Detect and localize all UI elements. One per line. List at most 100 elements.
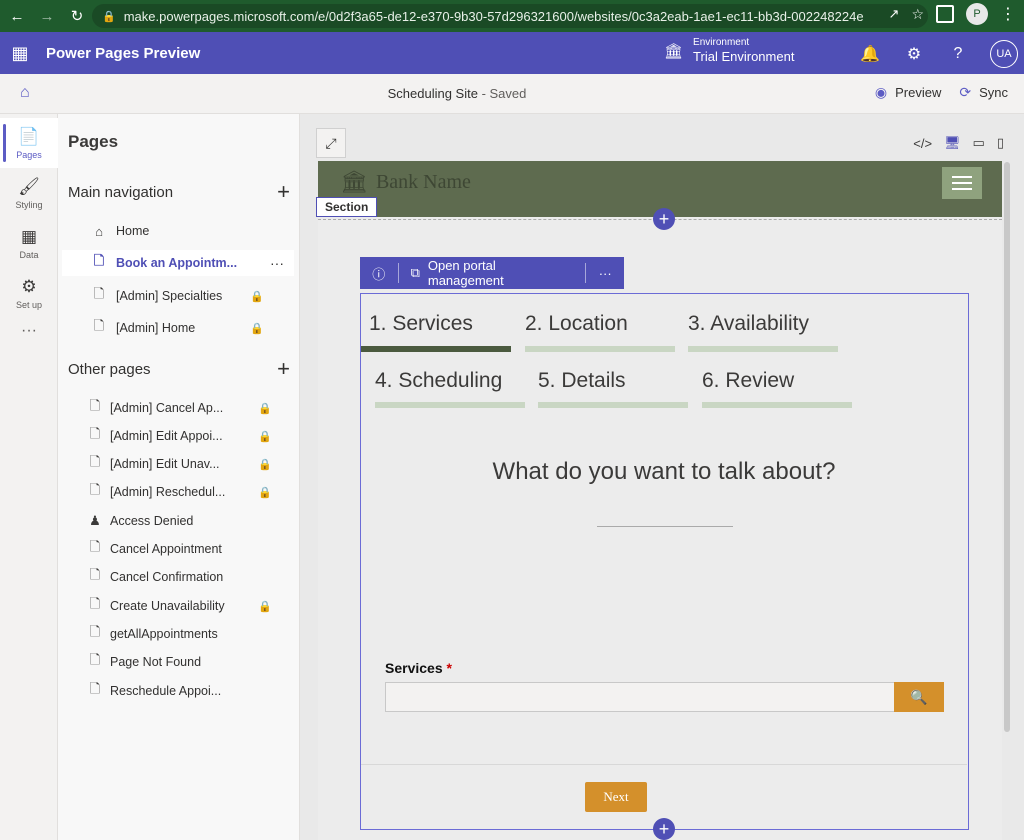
avatar[interactable]: UA xyxy=(990,40,1018,68)
site-status: Scheduling Site - Saved xyxy=(0,86,914,101)
page-item[interactable]: 🗋 [Admin] Cancel Ap... 🔒 xyxy=(62,395,294,421)
search-button[interactable]: 🔍 xyxy=(894,682,944,712)
step-tab-review[interactable]: 6. Review xyxy=(702,369,794,393)
page-item-home[interactable]: ⌂ Home xyxy=(62,218,294,244)
page-icon: 🗋 xyxy=(89,596,101,611)
page-item-admin-specialties[interactable]: 🗋 [Admin] Specialties 🔒 xyxy=(62,283,294,309)
page-more-icon[interactable]: ··· xyxy=(270,255,284,271)
lock-icon: 🔒 xyxy=(250,322,264,335)
page-item[interactable]: ♟ Access Denied xyxy=(62,508,294,534)
lock-icon: 🔒 xyxy=(250,290,264,303)
page-label: Book an Appointm... xyxy=(116,256,238,270)
page-item[interactable]: 🗋 getAllAppointments xyxy=(62,621,294,647)
rail-item-styling[interactable]: 🖌 Styling xyxy=(0,168,58,218)
environment-picker[interactable]: 🏛 Environment Trial Environment xyxy=(664,37,794,65)
environment-name: Trial Environment xyxy=(693,49,795,64)
page-label: Access Denied xyxy=(110,514,194,528)
page-item-book-appointment[interactable]: 🗋 Book an Appointm... ··· xyxy=(62,250,294,276)
notification-icon[interactable]: 🔔 xyxy=(858,42,882,66)
forward-icon[interactable]: → xyxy=(34,3,60,29)
preview-button[interactable]: ◉ Preview xyxy=(875,84,941,101)
page-label: [Admin] Edit Appoi... xyxy=(110,429,223,443)
step-tab-availability[interactable]: 3. Availability xyxy=(688,312,809,336)
page-label: getAllAppointments xyxy=(110,627,218,641)
mobile-icon[interactable]: ▯ xyxy=(997,135,1004,151)
reload-icon[interactable]: ↻ xyxy=(64,3,90,29)
toolbar-more-icon[interactable]: ··· xyxy=(586,266,624,281)
home-icon: ⌂ xyxy=(95,223,103,239)
page-item[interactable]: 🗋 [Admin] Edit Appoi... 🔒 xyxy=(62,423,294,449)
page-label: Home xyxy=(116,224,150,238)
heading-underline xyxy=(597,526,733,527)
page-icon: 🗋 xyxy=(89,482,101,497)
step-tab-location[interactable]: 2. Location xyxy=(525,312,628,336)
add-section-icon[interactable]: + xyxy=(653,818,675,840)
page-icon: 🗋 xyxy=(89,454,101,469)
back-icon[interactable]: ← xyxy=(4,3,30,29)
open-portal-management-button[interactable]: ⧉ Open portal management xyxy=(399,258,586,288)
page-not-found-icon: 🗋 xyxy=(89,652,101,667)
page-item[interactable]: 🗋 [Admin] Reschedul... 🔒 xyxy=(62,479,294,505)
add-page-icon[interactable]: + xyxy=(277,358,290,380)
page-item[interactable]: 🗋 Cancel Appointment xyxy=(62,536,294,562)
left-rail: 📄 Pages 🖌 Styling ▦ Data ⚙ Set up ··· xyxy=(0,114,58,840)
page-icon: 🗋 xyxy=(93,318,105,333)
profile-icon[interactable]: P xyxy=(966,3,988,25)
rail-item-data[interactable]: ▦ Data xyxy=(0,218,58,268)
rail-label: Pages xyxy=(16,149,42,160)
page-item[interactable]: 🗋 Create Unavailability 🔒 xyxy=(62,593,294,619)
page-item-admin-home[interactable]: 🗋 [Admin] Home 🔒 xyxy=(62,315,294,341)
settings-icon[interactable]: ⚙ xyxy=(902,42,926,66)
booking-form: 1. Services 2. Location 3. Availability … xyxy=(360,293,969,830)
app-header: ▦ Power Pages Preview 🏛 Environment Tria… xyxy=(0,32,1024,74)
code-icon[interactable]: </> xyxy=(913,136,932,151)
site-logo[interactable]: 🏛 Bank Name xyxy=(340,169,471,195)
page-label: Cancel Confirmation xyxy=(110,570,224,584)
extension-icon[interactable] xyxy=(936,5,954,23)
info-icon[interactable]: ⓘ xyxy=(360,264,398,283)
star-icon[interactable]: ☆ xyxy=(911,6,924,23)
section-tag[interactable]: Section xyxy=(316,197,378,217)
step-tab-scheduling[interactable]: 4. Scheduling xyxy=(375,369,502,393)
page-icon: 🗋 xyxy=(89,398,101,413)
page-item[interactable]: 🗋 Reschedule Appoi... xyxy=(62,678,294,704)
canvas-scrollbar[interactable] xyxy=(1004,162,1010,732)
page-label: Create Unavailability xyxy=(110,599,225,613)
rail-item-pages[interactable]: 📄 Pages xyxy=(0,118,58,168)
bank-name: Bank Name xyxy=(375,170,471,193)
services-input[interactable] xyxy=(385,682,895,712)
page-item[interactable]: 🗋 [Admin] Edit Unav... 🔒 xyxy=(62,451,294,477)
more-icon[interactable]: ··· xyxy=(0,322,58,340)
site-preview: 🏛 Bank Name Section + ⓘ ⧉ Open portal ma… xyxy=(316,161,1002,840)
url-text: make.powerpages.microsoft.com/e/0d2f3a65… xyxy=(123,8,864,24)
page-item[interactable]: 🗋 Cancel Confirmation xyxy=(62,564,294,590)
next-button[interactable]: Next xyxy=(585,782,647,812)
share-icon[interactable]: ↗ xyxy=(889,6,900,22)
rail-label: Styling xyxy=(15,199,43,210)
setup-icon: ⚙ xyxy=(21,276,37,296)
add-section-icon[interactable]: + xyxy=(653,208,675,230)
browser-menu-icon[interactable]: ⋮ xyxy=(1000,4,1016,24)
page-icon: 🗋 xyxy=(89,567,101,582)
app-launcher-icon[interactable]: ▦ xyxy=(0,43,40,64)
rail-item-setup[interactable]: ⚙ Set up xyxy=(0,268,58,318)
add-page-icon[interactable]: + xyxy=(277,181,290,203)
step-tab-services[interactable]: 1. Services xyxy=(369,312,473,336)
address-bar[interactable]: 🔒 make.powerpages.microsoft.com/e/0d2f3a… xyxy=(92,4,928,28)
sync-icon: ⟳ xyxy=(959,84,972,100)
step-tab-details[interactable]: 5. Details xyxy=(538,369,626,393)
page-item[interactable]: 🗋 Page Not Found xyxy=(62,649,294,675)
main-navigation-label: Main navigation xyxy=(68,184,174,201)
site-name: Scheduling Site xyxy=(387,86,478,101)
tablet-icon[interactable]: ▭ xyxy=(973,135,985,151)
expand-icon[interactable]: ⤢ xyxy=(316,128,346,158)
page-icon: 🗋 xyxy=(89,426,101,441)
services-label: Services * xyxy=(385,660,452,676)
step-indicator-active xyxy=(361,346,511,352)
desktop-icon[interactable]: 🖥 xyxy=(944,135,961,151)
app-title[interactable]: Power Pages Preview xyxy=(46,45,200,62)
sync-button[interactable]: ⟳ Sync xyxy=(959,84,1008,101)
help-icon[interactable]: ? xyxy=(946,42,970,66)
page-icon: 🗋 xyxy=(89,539,101,554)
hamburger-menu-icon[interactable] xyxy=(942,167,982,199)
